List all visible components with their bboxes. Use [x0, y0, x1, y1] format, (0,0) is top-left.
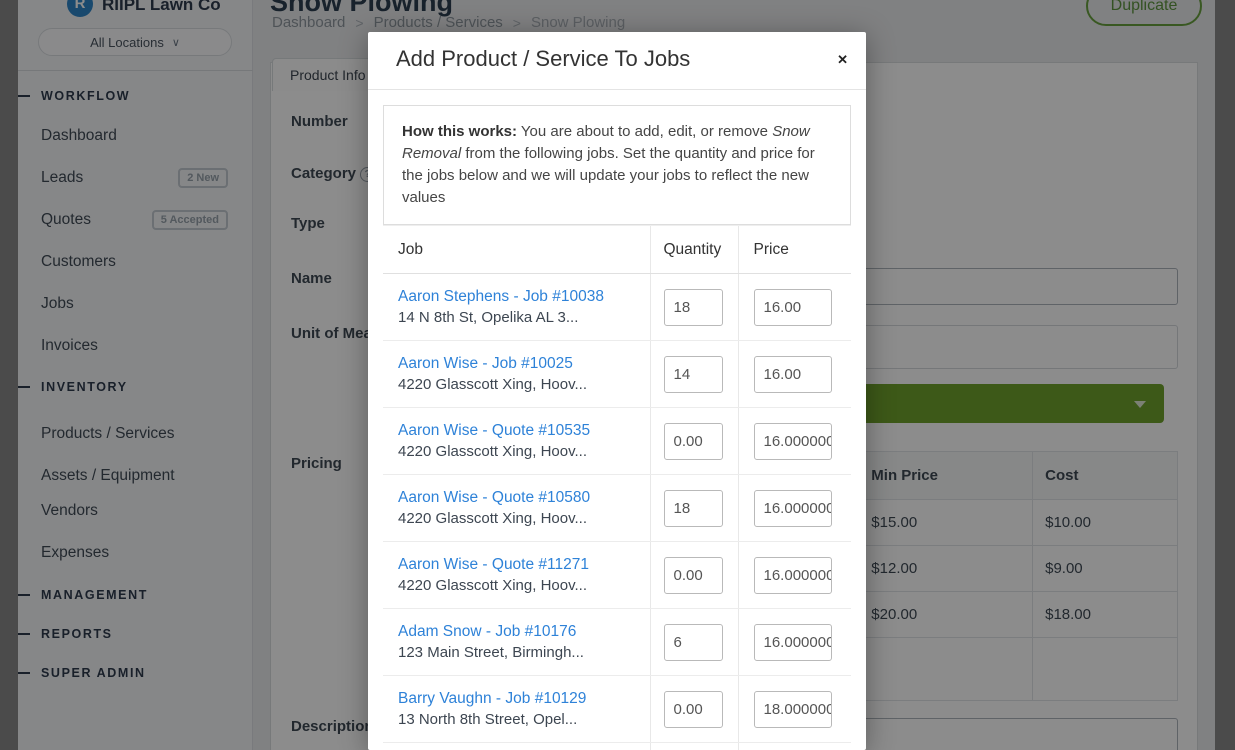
price-input[interactable]	[754, 557, 832, 594]
quantity-input[interactable]	[664, 423, 723, 460]
job-row: Barry Vaughn - Job #10129 13 North 8th S…	[383, 676, 851, 743]
job-address: 4220 Glasscott Xing, Hoov...	[398, 376, 650, 393]
add-product-service-modal: Add Product / Service To Jobs ✕ How this…	[368, 32, 866, 750]
job-link[interactable]: Aaron Wise - Quote #10580	[398, 489, 650, 507]
modal-header: Add Product / Service To Jobs ✕	[368, 32, 866, 90]
job-link[interactable]: Aaron Wise - Job #10025	[398, 355, 650, 373]
note-prefix: How this works:	[402, 123, 517, 140]
job-link[interactable]: Barry Vaughn - Job #10129	[398, 690, 650, 708]
quantity-input[interactable]	[664, 356, 723, 393]
job-row: Barry Vaughn - Quote #10691 13 North 8th…	[383, 743, 851, 750]
window-edge-left	[0, 0, 18, 750]
how-this-works-note: How this works: You are about to add, ed…	[383, 105, 851, 225]
price-input[interactable]	[754, 289, 832, 326]
job-row: Aaron Stephens - Job #10038 14 N 8th St,…	[383, 274, 851, 341]
price-column-header: Price	[738, 226, 851, 274]
app-window: R RIIPL Lawn Co All Locations ∨ WORKFLOW…	[0, 0, 1235, 750]
job-address: 14 N 8th St, Opelika AL 3...	[398, 309, 650, 326]
quantity-column-header: Quantity	[650, 226, 738, 274]
price-input[interactable]	[754, 624, 832, 661]
quantity-input[interactable]	[664, 557, 723, 594]
price-input[interactable]	[754, 691, 832, 728]
quantity-input[interactable]	[664, 289, 723, 326]
modal-body: How this works: You are about to add, ed…	[368, 90, 866, 750]
job-address: 4220 Glasscott Xing, Hoov...	[398, 577, 650, 594]
job-row: Aaron Wise - Quote #10535 4220 Glasscott…	[383, 408, 851, 475]
job-column-header: Job	[383, 226, 650, 274]
job-row: Aaron Wise - Quote #10580 4220 Glasscott…	[383, 475, 851, 542]
price-input[interactable]	[754, 423, 832, 460]
job-link[interactable]: Aaron Wise - Quote #11271	[398, 556, 650, 574]
job-address: 13 North 8th Street, Opel...	[398, 711, 650, 728]
job-link[interactable]: Aaron Stephens - Job #10038	[398, 288, 650, 306]
close-icon[interactable]: ✕	[837, 52, 848, 68]
job-address: 4220 Glasscott Xing, Hoov...	[398, 510, 650, 527]
jobs-table: Job Quantity Price Aaron Stephens - Job …	[383, 225, 851, 750]
window-edge-right	[1215, 0, 1235, 750]
job-address: 4220 Glasscott Xing, Hoov...	[398, 443, 650, 460]
job-row: Adam Snow - Job #10176 123 Main Street, …	[383, 609, 851, 676]
quantity-input[interactable]	[664, 490, 723, 527]
quantity-input[interactable]	[664, 624, 723, 661]
modal-title: Add Product / Service To Jobs	[396, 46, 690, 72]
job-row: Aaron Wise - Job #10025 4220 Glasscott X…	[383, 341, 851, 408]
job-link[interactable]: Adam Snow - Job #10176	[398, 623, 650, 641]
job-link[interactable]: Aaron Wise - Quote #10535	[398, 422, 650, 440]
job-row: Aaron Wise - Quote #11271 4220 Glasscott…	[383, 542, 851, 609]
price-input[interactable]	[754, 356, 832, 393]
quantity-input[interactable]	[664, 691, 723, 728]
job-address: 123 Main Street, Birmingh...	[398, 644, 650, 661]
price-input[interactable]	[754, 490, 832, 527]
